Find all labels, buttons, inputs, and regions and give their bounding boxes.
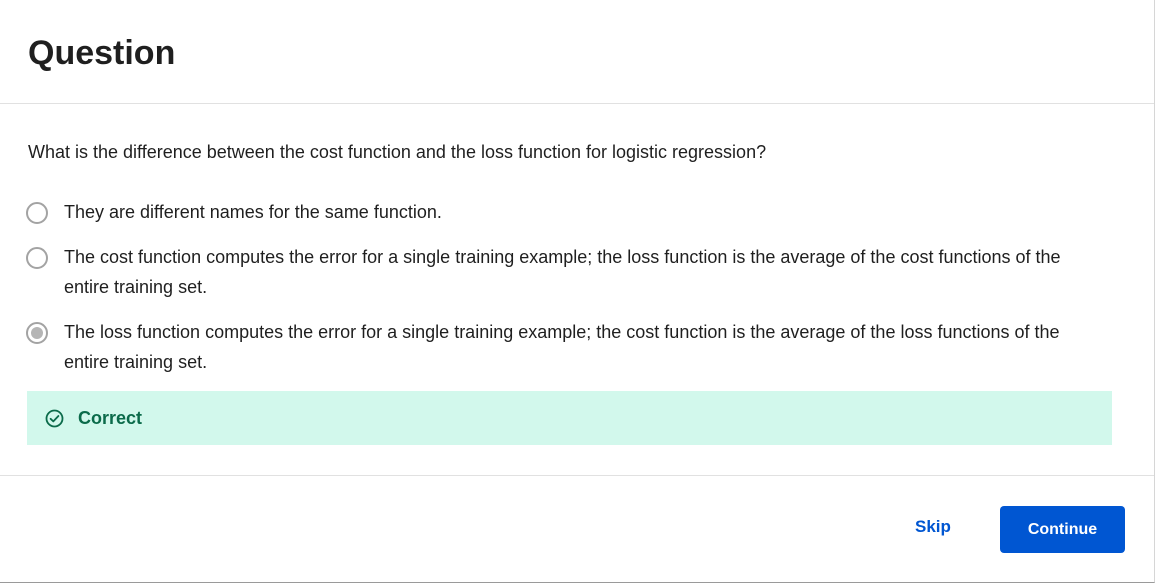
- check-circle-icon: [45, 409, 64, 428]
- answer-option-1[interactable]: They are different names for the same fu…: [26, 200, 1096, 227]
- radio-button-unselected[interactable]: [26, 202, 48, 224]
- feedback-text: Correct: [78, 407, 143, 428]
- dialog-header: Question: [0, 0, 1154, 104]
- question-dialog: Question What is the difference between …: [0, 0, 1155, 583]
- radio-button-selected[interactable]: [26, 322, 48, 344]
- answer-option-label: They are different names for the same fu…: [64, 202, 442, 222]
- page-title: Question: [28, 34, 176, 72]
- radio-button-unselected[interactable]: [26, 247, 48, 269]
- feedback-banner: Correct: [27, 391, 1112, 445]
- answer-option-label: The loss function computes the error for…: [64, 322, 1060, 372]
- answer-option-label: The cost function computes the error for…: [64, 247, 1061, 297]
- footer-divider: [0, 475, 1154, 476]
- answer-option-2[interactable]: The cost function computes the error for…: [26, 245, 1096, 302]
- question-text: What is the difference between the cost …: [28, 142, 767, 162]
- skip-button[interactable]: Skip: [905, 517, 961, 537]
- continue-button[interactable]: Continue: [1000, 506, 1125, 553]
- answer-option-3[interactable]: The loss function computes the error for…: [26, 320, 1096, 377]
